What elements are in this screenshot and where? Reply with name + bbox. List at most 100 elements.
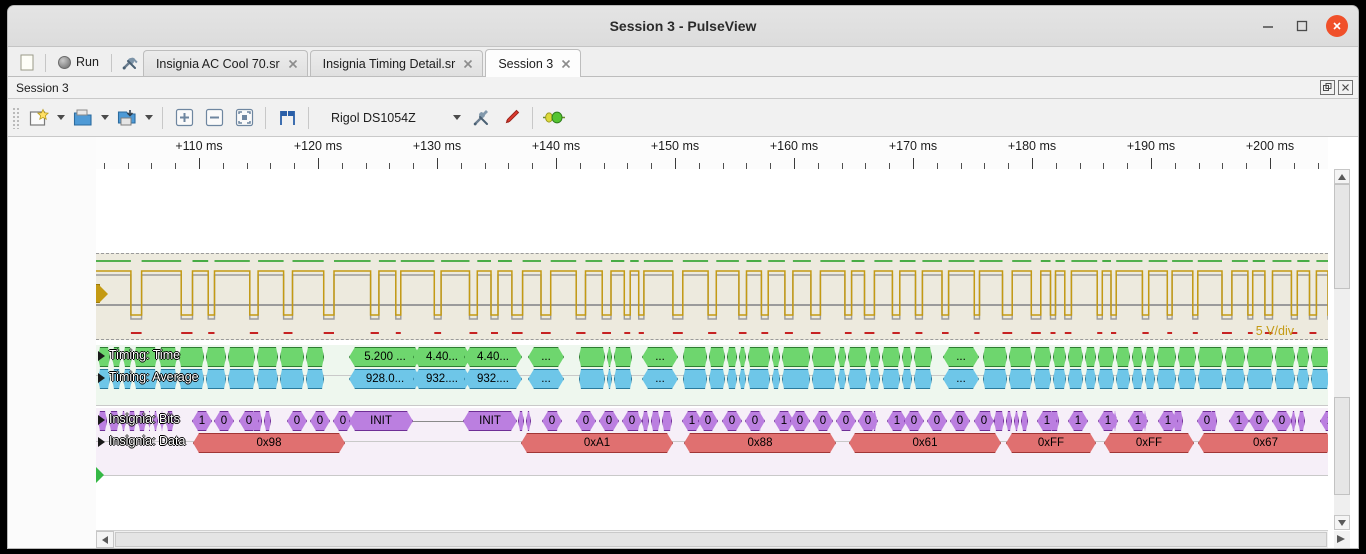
annotation-tick[interactable]	[206, 347, 226, 367]
annotation-tick[interactable]	[902, 369, 912, 389]
tab-0[interactable]: Insignia AC Cool 70.sr	[142, 50, 308, 76]
annotation-tick[interactable]	[1157, 369, 1176, 389]
annotation-tick[interactable]	[709, 369, 725, 389]
annotation[interactable]: 0xA1	[521, 433, 673, 453]
annotation[interactable]: 0xFF	[1104, 433, 1194, 453]
annotation-tick[interactable]	[579, 347, 605, 367]
annotation-tick[interactable]	[1178, 347, 1196, 367]
annotation-tick[interactable]	[1311, 347, 1328, 367]
annotation[interactable]: INIT	[463, 411, 517, 431]
annotation-tick[interactable]	[159, 369, 177, 389]
annotation-tick[interactable]	[179, 347, 204, 367]
open-file-icon[interactable]	[68, 103, 98, 132]
annotation-tick[interactable]	[109, 411, 119, 431]
annotation-tick[interactable]	[782, 347, 810, 367]
annotation-tick[interactable]	[1178, 369, 1196, 389]
annotation-tick[interactable]	[914, 347, 932, 367]
annotation-tick[interactable]	[179, 369, 204, 389]
annotation-tick[interactable]	[1009, 347, 1032, 367]
annotation-tick[interactable]	[983, 347, 1007, 367]
annotation[interactable]: ...	[943, 347, 979, 367]
run-button[interactable]: Run	[51, 50, 106, 74]
maximize-icon[interactable]	[1292, 16, 1312, 36]
annotation[interactable]: 5.200 ...	[349, 347, 421, 367]
annotation-tick[interactable]	[134, 369, 157, 389]
new-session-icon[interactable]	[24, 103, 54, 132]
vertical-scrollbar[interactable]	[1334, 169, 1350, 530]
annotation-tick[interactable]	[782, 369, 810, 389]
horizontal-scrollbar[interactable]	[96, 530, 1328, 548]
annotation-tick[interactable]	[1116, 369, 1130, 389]
annotation-tick[interactable]	[228, 369, 255, 389]
annotation-tick[interactable]	[1311, 369, 1328, 389]
close-panel-icon[interactable]	[1338, 80, 1353, 95]
annotation-tick[interactable]	[709, 347, 725, 367]
annotation-tick[interactable]	[1275, 369, 1295, 389]
annotation-tick[interactable]	[306, 369, 324, 389]
annotation-tick[interactable]	[994, 411, 1004, 431]
new-session-dropdown[interactable]	[54, 103, 68, 132]
annotation-tick[interactable]	[683, 347, 707, 367]
annotation-tick[interactable]	[579, 369, 605, 389]
annotation[interactable]: 4.40...	[413, 347, 471, 367]
annotation-tick[interactable]	[306, 347, 324, 367]
zoom-in-icon[interactable]	[169, 103, 199, 132]
annotation[interactable]: ...	[642, 369, 678, 389]
annotation[interactable]: 0x61	[849, 433, 1001, 453]
annotation[interactable]: 932....	[413, 369, 471, 389]
toolbar-grip[interactable]	[12, 106, 20, 129]
annotation-tick[interactable]	[1297, 369, 1309, 389]
annotation-tick[interactable]	[1085, 369, 1096, 389]
annotation-tick[interactable]	[902, 347, 912, 367]
annotation-tick[interactable]	[1098, 369, 1114, 389]
annotation-tick[interactable]	[614, 347, 632, 367]
annotation-tick[interactable]	[1225, 347, 1245, 367]
annotation-tick[interactable]	[1116, 347, 1130, 367]
annotation-tick[interactable]	[882, 369, 900, 389]
expander-insignia-bits[interactable]	[98, 415, 105, 425]
annotation[interactable]: 0x67	[1198, 433, 1328, 453]
annotation-tick[interactable]	[280, 347, 304, 367]
annotation-tick[interactable]	[1053, 369, 1066, 389]
annotation-tick[interactable]	[1068, 347, 1083, 367]
annotation-tick[interactable]	[1132, 369, 1143, 389]
new-document-icon[interactable]	[14, 50, 40, 74]
annotation-tick[interactable]	[983, 369, 1007, 389]
annotation-tick[interactable]	[1098, 347, 1114, 367]
vscroll-thumb-secondary[interactable]	[1334, 397, 1350, 495]
save-file-icon[interactable]	[112, 103, 142, 132]
annotation-tick[interactable]	[869, 347, 880, 367]
annotation-tick[interactable]	[228, 347, 255, 367]
annotation[interactable]: ...	[528, 347, 564, 367]
annotation[interactable]: 932....	[464, 369, 522, 389]
tab-close-icon[interactable]	[463, 59, 473, 69]
annotation-tick[interactable]	[848, 369, 867, 389]
annotation[interactable]: 0x88	[684, 433, 836, 453]
waveform-plot[interactable]: 5 V/div 5.200 ... 4.40... 4.40............…	[96, 169, 1328, 530]
annotation-tick[interactable]	[914, 369, 932, 389]
annotation-tick[interactable]	[1068, 369, 1083, 389]
scroll-left-icon[interactable]	[96, 531, 114, 548]
annotation-tick[interactable]	[257, 369, 278, 389]
tab-close-icon[interactable]	[561, 59, 571, 69]
minimize-icon[interactable]	[1258, 16, 1278, 36]
save-file-dropdown[interactable]	[142, 103, 156, 132]
annotation-tick[interactable]	[1275, 347, 1295, 367]
close-icon[interactable]	[1326, 15, 1348, 37]
device-selector[interactable]: Rigol DS1054Z	[321, 106, 466, 130]
annotation[interactable]: 928.0...	[349, 369, 421, 389]
tab-2[interactable]: Session 3	[485, 49, 582, 77]
annotation[interactable]: 0xFF	[1006, 433, 1096, 453]
annotation-tick[interactable]	[727, 369, 737, 389]
annotation-tick[interactable]	[727, 347, 737, 367]
annotation-tick[interactable]	[1225, 369, 1245, 389]
annotation-tick[interactable]	[1157, 347, 1176, 367]
annotation-tick[interactable]	[1198, 369, 1223, 389]
annotation-tick[interactable]	[1034, 369, 1051, 389]
scroll-up-icon[interactable]	[1334, 169, 1350, 184]
annotation[interactable]: 4.40...	[464, 347, 522, 367]
expander-timing-time[interactable]	[98, 351, 105, 361]
annotation-tick[interactable]	[1297, 347, 1309, 367]
scroll-down-icon[interactable]	[1334, 515, 1350, 530]
annotation[interactable]: ...	[943, 369, 979, 389]
